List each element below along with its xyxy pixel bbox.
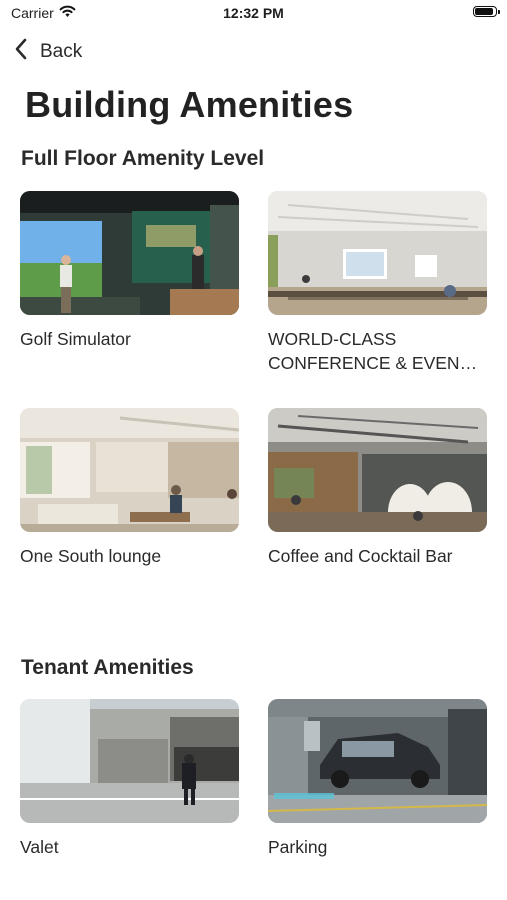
lounge-photo — [20, 408, 239, 532]
amenity-card-valet[interactable]: Valet — [20, 699, 239, 859]
parking-photo — [268, 699, 487, 823]
amenity-card-golf-simulator[interactable]: Golf Simulator — [20, 191, 239, 351]
amenities-screen: Carrier 12:32 PM Back Building Amenities… — [0, 0, 507, 900]
back-button[interactable]: Back — [14, 38, 82, 65]
status-bar: Carrier 12:32 PM — [0, 0, 507, 30]
amenity-label: WORLD-CLASS CONFERENCE & EVENT CENTER — [268, 329, 470, 373]
amenity-label: One South lounge — [20, 546, 162, 566]
status-time: 12:32 PM — [223, 5, 284, 21]
section-title-tenant: Tenant Amenities — [21, 656, 194, 679]
amenity-label: Valet — [20, 837, 59, 857]
page-title: Building Amenities — [25, 84, 354, 125]
amenity-card-coffee-bar[interactable]: Coffee and Cocktail Bar — [268, 408, 487, 568]
conference-center-photo — [268, 191, 487, 315]
status-right — [473, 6, 500, 17]
coffee-bar-photo — [268, 408, 487, 532]
chevron-left-icon — [14, 38, 28, 65]
amenity-card-parking[interactable]: Parking — [268, 699, 487, 859]
back-label: Back — [40, 40, 83, 62]
amenity-label: Coffee and Cocktail Bar — [268, 546, 453, 566]
amenity-card-one-south-lounge[interactable]: One South lounge — [20, 408, 239, 568]
amenity-label: Parking — [268, 837, 328, 857]
amenity-label: Golf Simulator — [20, 329, 131, 349]
amenity-card-conference-center[interactable]: WORLD-CLASS CONFERENCE & EVENT CENTER — [268, 191, 487, 375]
battery-icon — [473, 6, 500, 17]
valet-photo — [20, 699, 239, 823]
section-title-full-floor: Full Floor Amenity Level — [21, 147, 265, 170]
battery-level — [475, 8, 493, 15]
golf-simulator-photo — [20, 191, 239, 315]
